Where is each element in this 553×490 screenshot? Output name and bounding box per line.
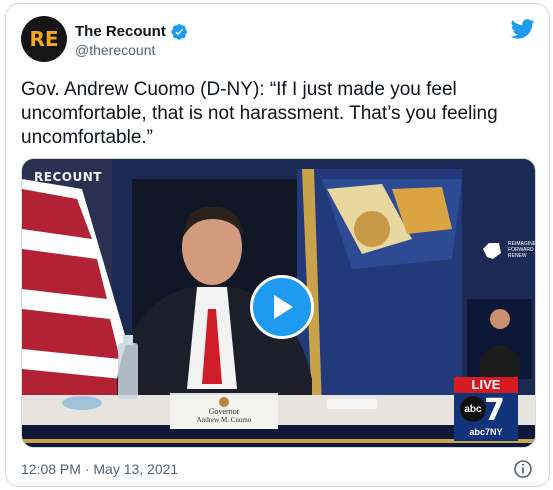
ny-flag bbox=[297, 169, 477, 409]
play-icon bbox=[274, 295, 293, 319]
twitter-bird-icon[interactable] bbox=[511, 19, 535, 39]
station-logo: abc 7 abc7NY bbox=[454, 393, 518, 441]
nameplate-name: Andrew M. Cuomo bbox=[196, 416, 252, 424]
seal-icon bbox=[219, 397, 229, 407]
nameplate-title: Governor bbox=[208, 407, 240, 416]
tweet-card[interactable]: RE The Recount @therecount Gov. Andrew C… bbox=[5, 3, 550, 487]
nameplate: Governor Andrew M. Cuomo bbox=[170, 393, 278, 429]
info-icon[interactable] bbox=[513, 459, 533, 479]
live-badge: LIVE bbox=[454, 377, 518, 393]
abc-logo-icon: abc bbox=[460, 396, 486, 422]
play-button[interactable] bbox=[250, 275, 314, 339]
svg-text:RE: RE bbox=[29, 27, 58, 51]
video-player[interactable]: RECOUNT REIMAGINE FORWARD RENEW Governor… bbox=[21, 158, 536, 448]
ny-state-logo-icon bbox=[483, 243, 501, 259]
author-display-name[interactable]: The Recount bbox=[75, 23, 166, 40]
tweet-text: Gov. Andrew Cuomo (D-NY): “If I just mad… bbox=[21, 79, 498, 148]
avatar[interactable]: RE bbox=[21, 16, 67, 62]
ny-logo-text: REIMAGINE FORWARD RENEW bbox=[508, 241, 536, 259]
station-callsign: abc7NY bbox=[469, 427, 503, 437]
verified-badge-icon bbox=[171, 24, 187, 40]
water-bottle bbox=[118, 335, 138, 399]
recount-logo-icon: RE bbox=[29, 27, 58, 51]
station-number: 7 bbox=[484, 393, 505, 428]
author-handle[interactable]: @therecount bbox=[75, 42, 155, 58]
brand-overlay: RECOUNT bbox=[34, 170, 102, 184]
tweet-timestamp[interactable]: 12:08 PM · May 13, 2021 bbox=[21, 461, 178, 477]
